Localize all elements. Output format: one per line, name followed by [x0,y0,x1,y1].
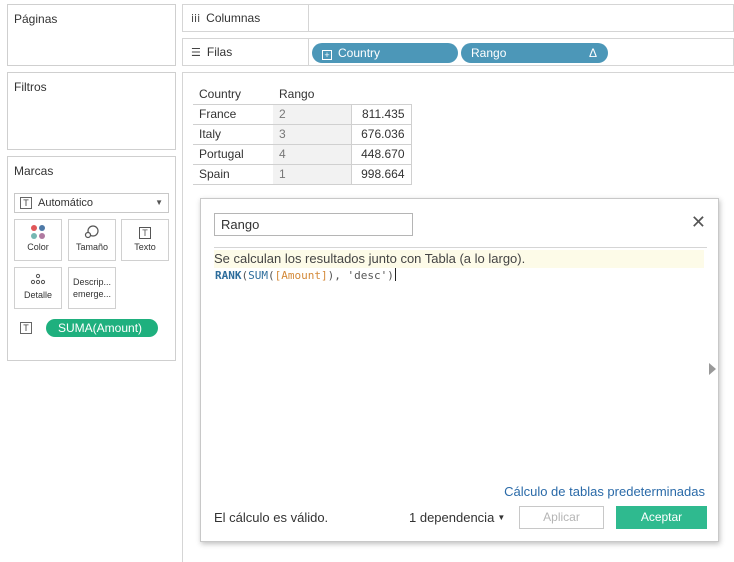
text-button[interactable]: T Texto [121,219,169,261]
expand-panel-arrow-icon[interactable] [709,363,716,375]
rango-cell: 1 [273,163,352,185]
header-country[interactable]: Country [193,85,273,104]
table-row[interactable]: France 2 811.435 [193,103,412,125]
tooltip-label: Descrip... emerge... [72,277,112,299]
header-rango[interactable]: Rango [273,85,351,104]
marks-card: Marcas T Automático ▼ Color Tamaño T Tex… [7,156,176,361]
validation-status: El cálculo es válido. [214,510,329,525]
table-calc-delta-icon: Δ [588,46,597,60]
apply-button[interactable]: Aplicar [519,506,604,529]
pages-card[interactable]: Páginas [7,4,176,66]
country-cell: France [193,103,273,125]
measure-mark-row: T SUMA(Amount) [20,319,158,337]
pages-title: Páginas [14,12,58,26]
chevron-down-icon: ▼ [155,198,163,207]
close-icon[interactable]: ✕ [691,214,706,232]
mark-type-dropdown[interactable]: T Automático ▼ [14,193,169,213]
rows-icon: ☰ [191,45,201,59]
text-cursor [394,268,396,281]
mark-type-label: Automático [38,197,94,209]
size-label: Tamaño [75,242,109,252]
detail-label: Detalle [23,290,52,300]
marks-title: Marcas [14,164,54,178]
detail-icon [15,268,61,290]
expand-plus-icon[interactable]: + [322,50,332,60]
dependencies-dropdown[interactable]: 1 dependencia ▼ [409,510,505,525]
value-cell: 676.036 [350,123,412,145]
country-pill[interactable]: + Country [312,43,458,63]
text-label: Texto [134,242,156,252]
country-cell: Spain [193,163,273,185]
value-cell: 998.664 [350,163,412,185]
calc-name-input[interactable] [214,213,413,236]
detail-button[interactable]: Detalle [14,267,62,309]
columns-icon: iii [191,11,201,25]
color-icon [15,220,61,242]
rows-shelf-label: ☰ Filas [183,39,309,65]
crosstab: Country Rango France 2 811.435 Italy 3 6… [193,85,412,185]
columns-label: Columnas [206,11,261,25]
value-cell: 448.670 [350,143,412,165]
size-icon [69,220,115,242]
text-mark-icon: T [20,322,32,334]
calculation-editor-dialog: ✕ Se calculan los resultados junto con T… [200,198,719,542]
compute-using-hint: Se calculan los resultados junto con Tab… [214,250,704,268]
rango-cell: 4 [273,143,352,165]
divider [214,247,707,248]
color-button[interactable]: Color [14,219,62,261]
ok-button[interactable]: Aceptar [616,506,707,529]
columns-shelf[interactable]: iii Columnas [182,4,734,32]
columns-shelf-label: iii Columnas [183,5,309,31]
table-row[interactable]: Portugal 4 448.670 [193,143,412,165]
tooltip-button[interactable]: Descrip... emerge... [68,267,116,309]
rango-pill[interactable]: Rango Δ [461,43,608,63]
default-table-calc-link[interactable]: Cálculo de tablas predeterminadas [504,484,705,499]
rows-shelf[interactable]: ☰ Filas + Country Rango Δ [182,38,734,66]
table-row[interactable]: Spain 1 998.664 [193,163,412,185]
color-label: Color [27,242,49,252]
country-pill-label: Country [338,46,381,60]
rango-cell: 2 [273,103,352,125]
country-cell: Italy [193,123,273,145]
rango-cell: 3 [273,123,352,145]
rango-pill-label: Rango [471,46,507,60]
rows-label: Filas [206,45,233,59]
value-cell: 811.435 [350,103,412,125]
suma-amount-pill[interactable]: SUMA(Amount) [46,319,158,337]
formula-editor[interactable]: RANK(SUM([Amount]), 'desc') [215,268,396,283]
country-cell: Portugal [193,143,273,165]
text-icon: T [122,220,168,242]
filters-title: Filtros [14,80,47,94]
text-mark-icon: T [20,197,32,209]
chevron-down-icon: ▼ [497,513,506,522]
table-row[interactable]: Italy 3 676.036 [193,123,412,145]
size-button[interactable]: Tamaño [68,219,116,261]
filters-card[interactable]: Filtros [7,72,176,150]
tableau-workspace: Páginas Filtros Marcas T Automático ▼ Co… [0,0,734,562]
